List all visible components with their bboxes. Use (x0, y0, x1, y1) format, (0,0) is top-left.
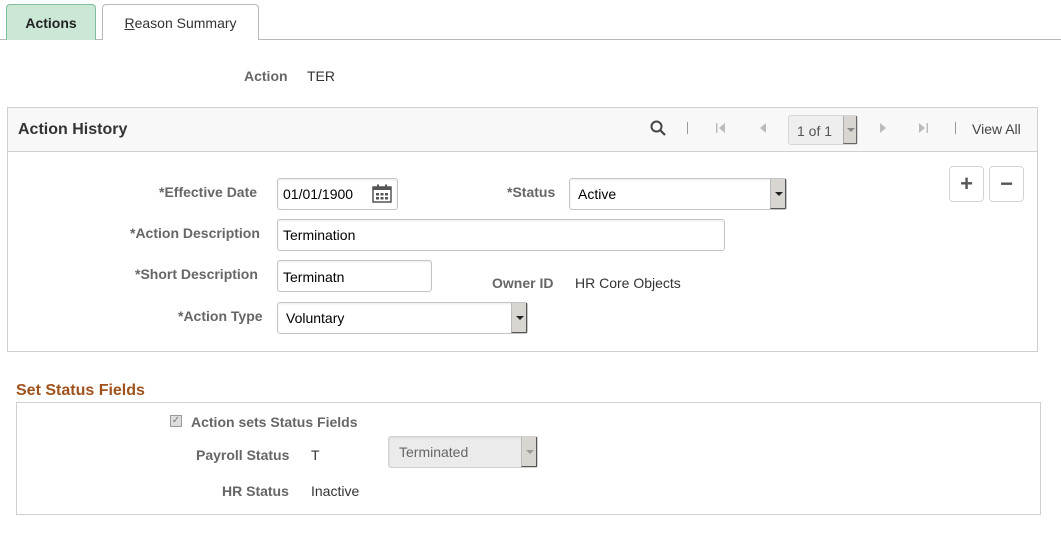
action-value: TER (307, 68, 335, 84)
payroll-status-dropdown-button[interactable] (521, 437, 537, 467)
tab-reason-summary[interactable]: Reason Summary (102, 4, 259, 40)
action-history-header: Action History 1 of 1 View All (8, 108, 1037, 152)
view-all-link[interactable]: View All (972, 121, 1021, 137)
short-description-label: *Short Description (135, 266, 258, 282)
action-type-dropdown-button[interactable] (511, 303, 527, 333)
hr-status-label: HR Status (222, 483, 289, 499)
tab-reason-summary-label: Reason Summary (124, 14, 237, 31)
action-history-title: Action History (18, 121, 128, 138)
page-indicator: 1 of 1 (797, 123, 833, 139)
action-label: Action (244, 68, 288, 84)
delete-row-button[interactable]: − (989, 166, 1024, 202)
action-sets-status-checkbox[interactable]: ✓ (170, 415, 182, 427)
short-description-value: Terminatn (283, 269, 345, 285)
tab-actions[interactable]: Actions (6, 4, 96, 40)
status-label: *Status (507, 184, 556, 200)
add-row-button[interactable]: + (949, 166, 984, 202)
previous-icon[interactable] (757, 122, 769, 134)
action-type-select[interactable]: Voluntary (277, 302, 528, 334)
effective-date-label: *Effective Date (159, 184, 258, 200)
search-icon[interactable] (650, 120, 666, 136)
short-description-input[interactable]: Terminatn (277, 260, 432, 292)
last-page-icon[interactable] (917, 122, 929, 134)
action-description-input[interactable]: Termination (277, 219, 725, 251)
nav-separator (687, 122, 688, 134)
first-page-icon[interactable] (715, 122, 727, 134)
status-value: Active (578, 186, 617, 202)
plus-icon: + (960, 171, 973, 196)
payroll-status-label: Payroll Status (196, 447, 290, 463)
action-description-label: *Action Description (130, 225, 260, 241)
owner-id-label: Owner ID (492, 275, 554, 291)
action-type-value: Voluntary (286, 310, 345, 326)
next-icon[interactable] (877, 122, 889, 134)
owner-id-value: HR Core Objects (575, 275, 681, 291)
action-sets-status-label: Action sets Status Fields (191, 414, 358, 430)
page-selector[interactable]: 1 of 1 (788, 115, 858, 145)
action-description-value: Termination (283, 227, 356, 243)
payroll-status-value: Terminated (399, 444, 469, 460)
status-dropdown-button[interactable] (770, 179, 786, 209)
calendar-icon[interactable] (372, 184, 392, 203)
page-dropdown-button[interactable] (843, 116, 857, 144)
effective-date-value: 01/01/1900 (283, 186, 354, 202)
payroll-status-code: T (311, 447, 320, 463)
tab-actions-label: Actions (25, 14, 77, 31)
nav-separator (955, 122, 956, 134)
payroll-status-select[interactable]: Terminated (388, 436, 538, 468)
action-type-label: *Action Type (178, 308, 263, 324)
minus-icon: − (1000, 171, 1013, 196)
set-status-fields-title: Set Status Fields (16, 382, 145, 399)
hr-status-value: Inactive (311, 483, 360, 499)
status-select[interactable]: Active (569, 178, 787, 210)
